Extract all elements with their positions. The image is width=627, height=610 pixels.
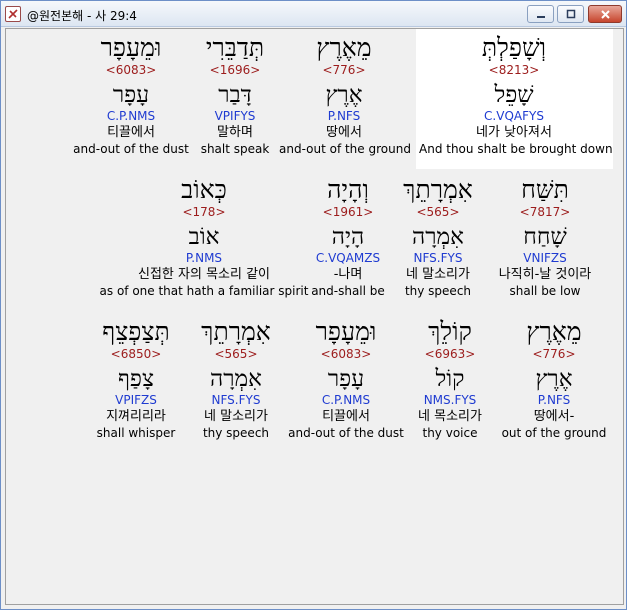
english-gloss: thy speech	[202, 426, 270, 440]
minimize-button[interactable]	[527, 5, 554, 23]
korean-gloss: -나며	[333, 267, 363, 282]
korean-gloss: 신접한 자의 목소리 같이	[138, 267, 270, 282]
english-gloss: and-shall be	[311, 284, 385, 298]
strong-number: <178>	[182, 205, 226, 219]
english-gloss: out of the ground	[501, 426, 607, 440]
korean-gloss: 땅에서	[326, 125, 362, 140]
korean-gloss: 네가 낮아져서	[476, 125, 552, 140]
strong-number: <8213>	[488, 63, 540, 77]
korean-gloss: 지껴리리라	[106, 409, 166, 424]
korean-gloss: 티끌에서	[322, 409, 370, 424]
korean-gloss: 네 목소리가	[418, 409, 482, 424]
hebrew-root: אֶרֶץ	[535, 366, 573, 392]
word-block[interactable]: תִּשַּׁח <7817> שָׁחַח VNIFZS 나직히-날 것이라 …	[484, 175, 606, 299]
strong-number: <6963>	[424, 347, 476, 361]
word-block[interactable]: תְּצַפְצֵף <6850> צָפַף VPIFZS 지껴리리라 sha…	[86, 317, 186, 441]
english-gloss: as of one that hath a familiar spirit	[99, 284, 309, 298]
morphology-code: P.NFS	[537, 393, 571, 407]
english-gloss: shall whisper	[96, 426, 176, 440]
close-icon	[600, 9, 610, 19]
strong-number: <776>	[322, 63, 366, 77]
hebrew-root: שָׁפֵל	[494, 82, 534, 108]
morphology-code: P.NMS	[185, 251, 223, 265]
english-gloss: thy speech	[404, 284, 472, 298]
word-block[interactable]: מֵאֶרֶץ <776> אֶרֶץ P.NFS 땅에서 and-out of…	[279, 33, 411, 157]
strong-number: <776>	[532, 347, 576, 361]
strong-number: <1961>	[322, 205, 374, 219]
hebrew-root: אִמְרָה	[412, 224, 464, 250]
strong-number: <565>	[416, 205, 460, 219]
hebrew-word: מֵאֶרֶץ	[316, 33, 372, 62]
morphology-code: C.VQAMZS	[315, 251, 381, 265]
korean-gloss: 나직히-날 것이라	[498, 267, 592, 282]
strong-number: <7817>	[519, 205, 571, 219]
hebrew-word: אִמְרָתֵךְ	[201, 317, 271, 346]
hebrew-word: וּמֵעָפָר	[315, 317, 377, 346]
hebrew-word: אִמְרָתֵךְ	[403, 175, 473, 204]
app-logo-icon	[5, 6, 21, 22]
english-gloss: thy voice	[422, 426, 478, 440]
strong-number: <6083>	[320, 347, 372, 361]
strong-number: <6850>	[110, 347, 162, 361]
hebrew-word: וְשָׁפַלְתְּ	[481, 33, 547, 62]
hebrew-root: שָׁחַח	[523, 224, 567, 250]
hebrew-word: וְהָיָה	[327, 175, 369, 204]
hebrew-word: קוֹלֵךְ	[428, 317, 472, 346]
hebrew-root: עָפָר	[327, 366, 365, 392]
morphology-code: NFS.FYS	[413, 251, 463, 265]
hebrew-root: אִמְרָה	[210, 366, 262, 392]
hebrew-word: מֵאֶרֶץ	[526, 317, 582, 346]
close-button[interactable]	[588, 5, 622, 23]
hebrew-root: אֶרֶץ	[325, 82, 363, 108]
window-title: @원전본해 - 사 29:4	[27, 9, 137, 23]
hebrew-word: כְּאוֹב	[181, 175, 227, 204]
hebrew-root: אוֹב	[188, 224, 220, 250]
word-block[interactable]: וּמֵעָפָר <6083> עָפָר C.P.NMS 티끌에서 and-…	[284, 317, 408, 441]
morphology-code: C.P.NMS	[321, 393, 371, 407]
strong-number: <565>	[214, 347, 258, 361]
hebrew-word: תְּצַפְצֵף	[102, 317, 170, 346]
korean-gloss: 네 말소리가	[204, 409, 268, 424]
title-bar[interactable]: @원전본해 - 사 29:4	[1, 1, 626, 27]
word-block[interactable]: קוֹלֵךְ <6963> קוֹל NMS.FYS 네 목소리가 thy v…	[398, 317, 502, 441]
minimize-icon	[536, 16, 545, 18]
word-block[interactable]: כְּאוֹב <178> אוֹב P.NMS 신접한 자의 목소리 같이 a…	[99, 175, 309, 299]
korean-gloss: 땅에서-	[533, 409, 575, 424]
hebrew-word: תִּשַּׁח	[521, 175, 569, 204]
maximize-icon	[566, 9, 575, 19]
word-block[interactable]: מֵאֶרֶץ <776> אֶרֶץ P.NFS 땅에서- out of th…	[496, 317, 612, 441]
hebrew-root: צָפַף	[117, 366, 155, 392]
korean-gloss: 네 말소리가	[406, 267, 470, 282]
app-window: @원전본해 - 사 29:4 וּמֵעָפָר <6083> עָפָר C.…	[0, 0, 627, 610]
morphology-code: VPIFZS	[115, 393, 157, 407]
english-gloss: shall be low	[509, 284, 581, 298]
word-block[interactable]: וְהָיָה <1961> הָיָה C.VQAMZS -나며 and-sh…	[296, 175, 400, 299]
maximize-button[interactable]	[557, 5, 584, 23]
word-block[interactable]: אִמְרָתֵךְ <565> אִמְרָה NFS.FYS 네 말소리가 …	[388, 175, 488, 299]
english-gloss: And thou shalt be brought down	[419, 142, 613, 156]
morphology-code: NFS.FYS	[211, 393, 261, 407]
morphology-code: P.NFS	[327, 109, 361, 123]
hebrew-root: קוֹל	[435, 366, 465, 392]
verse-panel: וּמֵעָפָר <6083> עָפָר C.P.NMS 티끌에서 and-…	[5, 28, 624, 605]
hebrew-root: הָיָה	[331, 224, 365, 250]
word-block-selected[interactable]: וְשָׁפַלְתְּ <8213> שָׁפֵל C.VQAFYS 네가 낮…	[419, 33, 613, 157]
morphology-code: NMS.FYS	[423, 393, 477, 407]
word-block[interactable]: אִמְרָתֵךְ <565> אִמְרָה NFS.FYS 네 말소리가 …	[180, 317, 292, 441]
morphology-code: C.VQAFYS	[484, 109, 544, 123]
english-gloss: and-out of the ground	[279, 142, 411, 156]
english-gloss: and-out of the dust	[288, 426, 404, 440]
morphology-code: VNIFZS	[523, 251, 567, 265]
